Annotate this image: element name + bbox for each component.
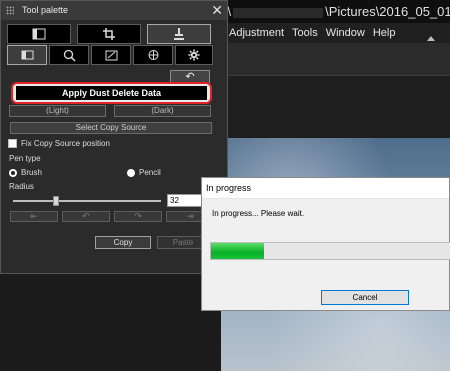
collapse-ribbon-icon[interactable] xyxy=(427,36,435,41)
radius-label: Radius xyxy=(9,182,34,191)
edit-icon xyxy=(105,50,117,60)
tool-palette: Tool palette ✕ ↶ Apply Dust Delete Data … xyxy=(0,0,228,274)
radius-slider-track[interactable] xyxy=(13,200,161,202)
dark-button[interactable]: (Dark) xyxy=(114,105,211,117)
palette-title: Tool palette xyxy=(22,5,69,15)
redacted-path xyxy=(233,7,324,18)
image-adjust-icon xyxy=(21,50,33,60)
app-title-suffix: \Pictures\2016_05_01] xyxy=(325,4,450,19)
tone-adjust-icon xyxy=(32,28,46,40)
select-copy-source-button[interactable]: Select Copy Source xyxy=(10,122,212,134)
menu-adjustment[interactable]: Adjustment xyxy=(229,27,284,39)
progress-dialog: In progress In progress... Please wait. … xyxy=(201,177,450,311)
light-button[interactable]: (Light) xyxy=(9,105,106,117)
menu-help[interactable]: Help xyxy=(373,27,396,39)
progress-bar xyxy=(210,242,450,260)
step-back-icon: ↶ xyxy=(82,211,90,221)
step-forward-icon: ↷ xyxy=(134,211,142,221)
palette-title-bar[interactable]: Tool palette ✕ xyxy=(1,1,227,20)
tab-lens[interactable] xyxy=(49,45,89,65)
tab-settings[interactable] xyxy=(175,45,213,65)
fix-copy-source-checkbox[interactable] xyxy=(8,139,17,148)
app-toolbar xyxy=(221,43,450,76)
radius-slider-thumb[interactable] xyxy=(52,196,59,206)
grip-icon[interactable] xyxy=(6,6,14,15)
app-menu-bar: Adjustment Tools Window Help xyxy=(221,23,450,43)
pencil-label: Pencil xyxy=(139,168,161,177)
menu-tools[interactable]: Tools xyxy=(292,27,318,39)
cancel-button[interactable]: Cancel xyxy=(321,290,409,305)
tab-color[interactable] xyxy=(133,45,173,65)
brush-label: Brush xyxy=(21,168,42,177)
progress-fill xyxy=(211,243,264,259)
gear-icon xyxy=(188,49,200,61)
color-icon xyxy=(148,50,158,60)
stamp-icon xyxy=(174,28,184,40)
dialog-title: In progress xyxy=(202,178,449,199)
fix-copy-source-label: Fix Copy Source position xyxy=(21,139,110,148)
app-title-bar: s\\Pictures\2016_05_01] xyxy=(221,0,450,23)
redo-all-icon: ⇥ xyxy=(186,211,194,221)
tab-edit[interactable] xyxy=(91,45,131,65)
apply-dust-delete-button[interactable]: Apply Dust Delete Data xyxy=(16,86,207,100)
crop-icon xyxy=(103,28,115,40)
brush-radio[interactable] xyxy=(9,169,17,177)
undo-all-icon: ⇤ xyxy=(30,211,38,221)
copy-button[interactable]: Copy xyxy=(95,236,151,249)
dialog-message: In progress... Please wait. xyxy=(212,209,305,218)
tab-image-adjust[interactable] xyxy=(7,45,47,65)
menu-window[interactable]: Window xyxy=(326,27,365,39)
tab-crop[interactable] xyxy=(77,24,141,44)
app-viewer-background xyxy=(221,76,450,138)
pencil-radio[interactable] xyxy=(127,169,135,177)
step-back-button[interactable]: ↶ xyxy=(62,211,110,222)
step-forward-button[interactable]: ↷ xyxy=(114,211,162,222)
tab-stamp[interactable] xyxy=(147,24,211,44)
undo-all-button[interactable]: ⇤ xyxy=(10,211,58,222)
tab-tone-adjust[interactable] xyxy=(7,24,71,44)
lens-icon xyxy=(63,49,76,62)
close-icon[interactable]: ✕ xyxy=(211,2,223,18)
pen-type-label: Pen type xyxy=(9,154,41,163)
